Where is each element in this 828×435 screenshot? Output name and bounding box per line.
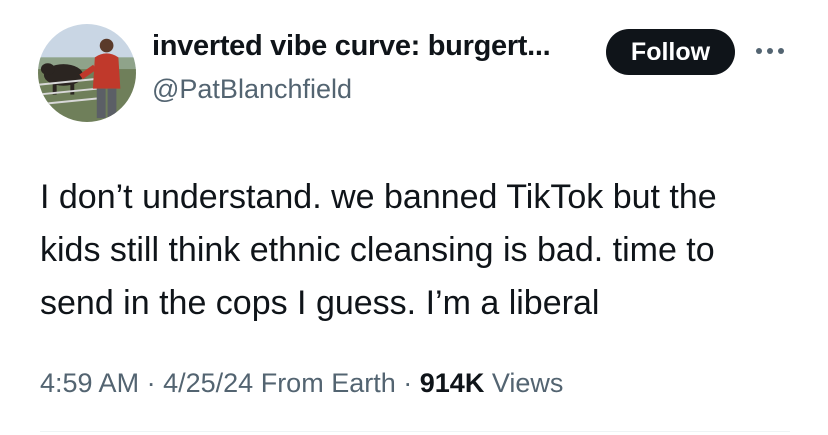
divider <box>40 431 790 432</box>
tweet-time[interactable]: 4:59 AM <box>40 368 139 398</box>
tweet-text: I don’t understand. we banned TikTok but… <box>40 171 800 330</box>
meta-separator: · <box>146 368 156 398</box>
avatar-photo-icon <box>38 24 136 122</box>
author-handle[interactable]: @PatBlanchfield <box>152 74 352 105</box>
follow-button[interactable]: Follow <box>606 29 735 75</box>
tweet-date[interactable]: 4/25/24 <box>163 368 253 398</box>
more-horizontal-icon <box>756 48 784 54</box>
tweet-metadata: 4:59 AM · 4/25/24 From Earth · 914K View… <box>40 368 563 399</box>
tweet-card: inverted vibe curve: burgert... @PatBlan… <box>0 0 828 435</box>
tweet-text-line: kids still think ethnic cleansing is bad… <box>40 231 715 269</box>
meta-separator: · <box>403 368 413 398</box>
author-display-name[interactable]: inverted vibe curve: burgert... <box>152 30 550 63</box>
views-count[interactable]: 914K <box>420 368 485 398</box>
author-avatar[interactable] <box>38 24 136 122</box>
views-label[interactable]: Views <box>492 368 564 398</box>
tweet-text-line: send in the cops I guess. I’m a liberal <box>40 284 600 322</box>
tweet-text-line: I don’t understand. we banned TikTok but… <box>40 178 717 216</box>
more-options-button[interactable] <box>752 36 788 66</box>
tweet-source: From Earth <box>260 368 396 398</box>
